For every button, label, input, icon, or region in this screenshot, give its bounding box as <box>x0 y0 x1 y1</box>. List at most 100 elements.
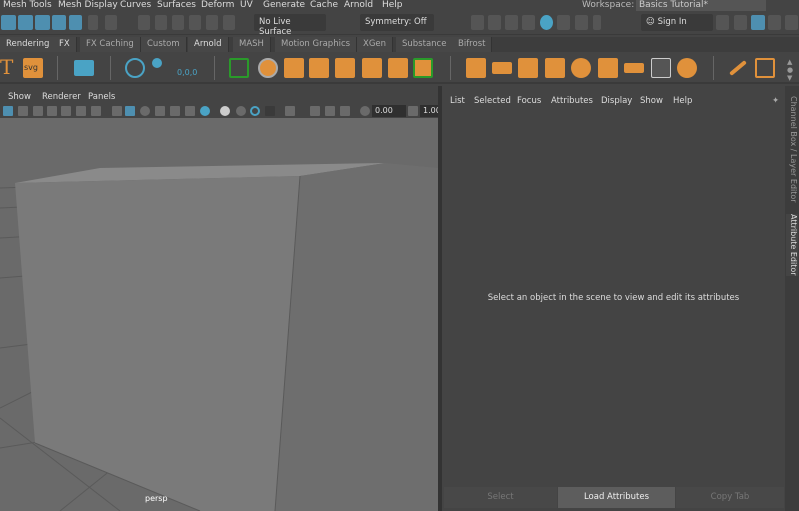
hypershade-icon[interactable] <box>540 15 553 30</box>
select-by-component-icon[interactable] <box>35 15 50 30</box>
sphere-tile-icon[interactable] <box>677 58 697 78</box>
snap-grid-icon[interactable] <box>138 15 150 30</box>
channel-box-icon[interactable] <box>785 15 798 30</box>
smooth-shade-icon[interactable] <box>125 106 135 116</box>
film-gate-icon[interactable] <box>18 106 28 116</box>
plane-stack-icon[interactable] <box>624 63 644 73</box>
snap-vertex-icon[interactable] <box>223 15 235 30</box>
mesh-tile-icon[interactable] <box>362 58 382 78</box>
viewport-menu-renderer[interactable]: Renderer <box>42 92 81 102</box>
snap-view-icon[interactable] <box>189 15 201 30</box>
tab-xgen[interactable]: XGen <box>357 37 394 52</box>
type-tool-icon[interactable]: T <box>0 55 13 79</box>
safe-action-icon[interactable] <box>76 106 86 116</box>
tab-fx-caching[interactable]: FX Caching <box>80 37 141 52</box>
anti-alias-icon[interactable] <box>250 106 260 116</box>
modeling-toolkit-icon[interactable] <box>716 15 729 30</box>
live-surface-field[interactable]: No Live Surface <box>254 14 326 37</box>
tab-channel-box[interactable]: Channel Box / Layer Editor <box>786 96 798 203</box>
tab-fx[interactable]: FX <box>53 37 77 52</box>
ae-menu-list[interactable]: List <box>450 96 465 106</box>
menu-arnold[interactable]: Arnold <box>344 0 373 11</box>
select-by-hierarchy-icon[interactable] <box>1 15 16 30</box>
xray-icon[interactable] <box>310 106 320 116</box>
tab-custom[interactable]: Custom <box>141 37 187 52</box>
gamma-field[interactable]: 1.00 <box>420 105 441 117</box>
xray-joints-icon[interactable] <box>325 106 335 116</box>
render-view-icon[interactable] <box>74 60 94 76</box>
tab-bifrost[interactable]: Bifrost <box>452 37 493 52</box>
copy-tab-button[interactable]: Copy Tab <box>676 487 784 508</box>
cube-icon[interactable] <box>518 58 538 78</box>
shadows-icon[interactable] <box>200 106 210 116</box>
select-button[interactable]: Select <box>444 487 557 508</box>
pivot-icon[interactable] <box>125 58 145 78</box>
mesh-rotate-icon[interactable] <box>388 58 408 78</box>
snap-curve-icon[interactable] <box>155 15 167 30</box>
depth-of-field-icon[interactable] <box>265 106 275 116</box>
menu-mesh-tools[interactable]: Mesh Tools <box>3 0 52 11</box>
menu-help[interactable]: Help <box>382 0 403 11</box>
menu-generate[interactable]: Generate <box>263 0 305 11</box>
select-by-object-icon[interactable] <box>18 15 33 30</box>
exposure-field[interactable]: 0.00 <box>372 105 406 117</box>
snap-surface-icon[interactable] <box>206 15 218 30</box>
character-controls-icon[interactable] <box>734 15 747 30</box>
snap-point-icon[interactable] <box>172 15 184 30</box>
lights-icon[interactable] <box>185 106 195 116</box>
curve-pen-icon[interactable] <box>729 60 747 76</box>
mesh-grid-icon[interactable] <box>335 58 355 78</box>
menu-curves[interactable]: Curves <box>120 0 151 11</box>
lock-icon[interactable] <box>88 15 98 30</box>
viewport-menu-panels[interactable]: Panels <box>88 92 115 102</box>
resolution-gate-icon[interactable] <box>33 106 43 116</box>
svg-tool-icon[interactable]: svg <box>23 58 43 78</box>
flat-shade-icon[interactable] <box>140 106 150 116</box>
blocks-icon[interactable] <box>545 58 565 78</box>
sign-in-button[interactable]: ☺ Sign In <box>641 14 713 31</box>
shelf-scroll[interactable]: ▲ ● ▼ <box>787 58 797 82</box>
help-icon[interactable] <box>69 15 82 30</box>
menu-mesh-display[interactable]: Mesh Display <box>58 0 118 11</box>
render-setup-icon[interactable] <box>557 15 570 30</box>
textured-icon[interactable] <box>170 106 180 116</box>
coords-icon[interactable]: 0,0,0 <box>177 68 197 77</box>
symmetry-field[interactable]: Symmetry: Off <box>360 14 434 31</box>
light-editor-icon[interactable] <box>575 15 588 30</box>
mesh-separate-icon[interactable] <box>309 58 329 78</box>
mesh-combine-icon[interactable] <box>284 58 304 78</box>
menu-cache[interactable]: Cache <box>310 0 338 11</box>
select-mask-icon[interactable] <box>52 15 66 30</box>
layers-icon[interactable] <box>258 58 278 78</box>
mesh-group-icon[interactable] <box>413 58 433 78</box>
field-chart-icon[interactable] <box>61 106 71 116</box>
load-attributes-button[interactable]: Load Attributes <box>558 487 675 508</box>
workspace-select[interactable]: Basics Tutorial* <box>636 0 766 11</box>
ipr-render-icon[interactable] <box>505 15 518 30</box>
ao-icon[interactable] <box>220 106 230 116</box>
tab-mash[interactable]: MASH <box>233 37 271 52</box>
cylinder-icon[interactable] <box>466 58 486 78</box>
wireframe-on-shaded-icon[interactable] <box>155 106 165 116</box>
attribute-editor-toggle-icon[interactable] <box>751 15 765 30</box>
tab-attribute-editor[interactable]: Attribute Editor <box>786 214 798 276</box>
motion-blur-icon[interactable] <box>236 106 246 116</box>
pause-icon[interactable] <box>593 15 601 30</box>
bounding-box-icon[interactable] <box>651 58 671 78</box>
ae-menu-focus[interactable]: Focus <box>517 96 541 106</box>
menu-deform[interactable]: Deform <box>201 0 234 11</box>
xray-components-icon[interactable] <box>340 106 350 116</box>
pin-icon[interactable]: ✦ <box>772 96 779 106</box>
safe-title-icon[interactable] <box>91 106 101 116</box>
frame-icon[interactable] <box>755 58 775 78</box>
menu-surfaces[interactable]: Surfaces <box>157 0 196 11</box>
render-current-icon[interactable] <box>488 15 501 30</box>
viewport-persp[interactable]: persp <box>0 118 438 511</box>
select-cursor-icon[interactable] <box>105 15 117 30</box>
viewport-menu-show[interactable]: Show <box>8 92 31 102</box>
wedge-icon[interactable] <box>598 58 618 78</box>
planes-icon[interactable] <box>492 62 512 74</box>
sphere-grid-icon[interactable] <box>571 58 591 78</box>
isolate-select-icon[interactable] <box>285 106 295 116</box>
wireframe-icon[interactable] <box>112 106 122 116</box>
